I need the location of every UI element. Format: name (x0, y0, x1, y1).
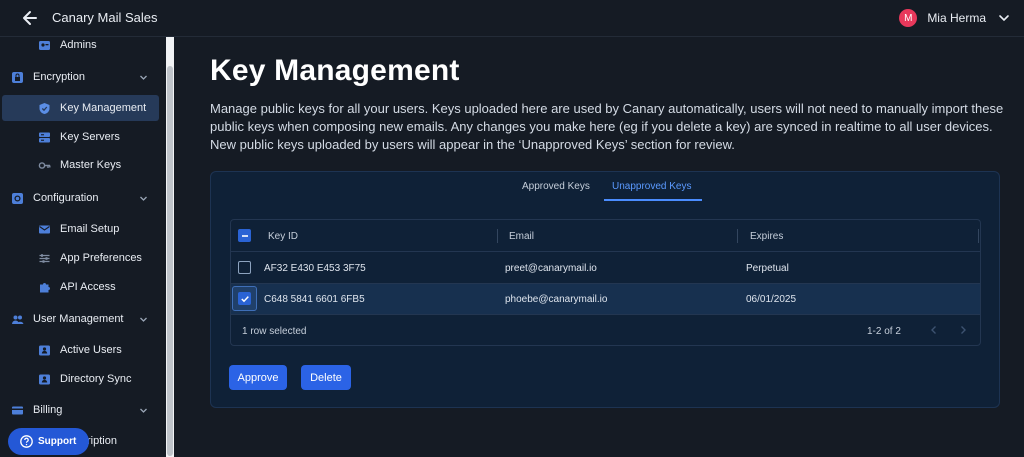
active-user-icon (38, 344, 51, 357)
active-tab-indicator (604, 199, 702, 201)
cell-key-id: C648 5841 6601 6FB5 (264, 294, 365, 305)
tab-unapproved-keys[interactable]: Unapproved Keys (612, 181, 692, 192)
keys-table: Key ID Email Expires AF32 E430 E453 3F75… (230, 219, 981, 346)
next-page-icon[interactable] (957, 324, 969, 336)
sidebar-group-encryption[interactable]: Encryption (0, 64, 160, 90)
chevron-down-icon (140, 317, 147, 322)
sidebar-item-active-users[interactable]: Active Users (0, 337, 160, 363)
sidebar-group-configuration[interactable]: Configuration (0, 185, 160, 211)
sidebar-item-api-access[interactable]: API Access (0, 274, 160, 300)
cell-key-id: AF32 E430 E453 3F75 (264, 263, 366, 274)
sidebar-scrollbar[interactable] (166, 37, 174, 457)
sidebar: Admins Encryption Key Management Key Ser… (0, 37, 166, 457)
server-icon (38, 131, 51, 144)
sidebar-item-email-setup[interactable]: Email Setup (0, 216, 160, 242)
selection-count: 1 row selected (242, 326, 307, 337)
support-label: Support (38, 436, 77, 447)
sidebar-item-label: Master Keys (60, 159, 122, 171)
sliders-icon (38, 252, 51, 265)
mail-icon (38, 223, 51, 236)
chevron-down-icon (999, 15, 1009, 22)
keys-panel: Approved Keys Unapproved Keys Key ID Ema… (210, 171, 1000, 408)
sidebar-item-label: Encryption (33, 71, 85, 83)
minus-icon (241, 234, 248, 237)
key-icon (38, 159, 51, 172)
user-menu[interactable]: M Mia Herma (899, 8, 1010, 28)
sidebar-item-label: API Access (60, 281, 116, 293)
page-title: Key Management (210, 54, 460, 87)
page-description: Manage public keys for all your users. K… (210, 101, 1004, 152)
sidebar-item-label: App Preferences (60, 252, 142, 264)
column-header-email[interactable]: Email (509, 231, 534, 242)
tab-approved-keys[interactable]: Approved Keys (522, 181, 590, 192)
delete-button[interactable]: Delete (301, 365, 351, 390)
puzzle-icon (38, 281, 51, 294)
table-row-selected[interactable]: C648 5841 6601 6FB5 phoebe@canarymail.io… (231, 284, 980, 315)
support-button[interactable]: Support (8, 428, 90, 455)
row-checkbox[interactable] (238, 261, 251, 274)
cell-expires: Perpetual (746, 263, 789, 274)
table-header: Key ID Email Expires (231, 220, 980, 252)
cell-email: preet@canarymail.io (505, 263, 597, 274)
sidebar-item-label: Active Users (60, 344, 122, 356)
app-title: Canary Mail Sales (52, 10, 158, 25)
sidebar-item-label: Directory Sync (60, 373, 132, 385)
column-header-key-id[interactable]: Key ID (268, 231, 298, 242)
table-footer: 1 row selected 1-2 of 2 (231, 315, 980, 346)
sidebar-item-label: Configuration (33, 192, 99, 204)
sidebar-item-label: Email Setup (60, 223, 120, 235)
users-icon (11, 313, 24, 326)
sidebar-item-key-servers[interactable]: Key Servers (0, 124, 160, 150)
scrollbar-thumb[interactable] (167, 66, 173, 456)
sidebar-item-subscription-partial[interactable]: ription (87, 435, 117, 447)
sync-icon (38, 373, 51, 386)
sidebar-item-label: User Management (33, 313, 124, 325)
card-icon (11, 404, 24, 417)
column-header-expires[interactable]: Expires (750, 231, 783, 242)
sidebar-item-master-keys[interactable]: Master Keys (0, 152, 160, 178)
pagination-range: 1-2 of 2 (867, 326, 901, 337)
tab-bar: Approved Keys Unapproved Keys (211, 172, 999, 202)
back-arrow-icon[interactable] (20, 8, 40, 28)
chevron-down-icon (140, 75, 147, 80)
sidebar-item-label: Billing (33, 404, 63, 416)
sidebar-item-admins[interactable]: Admins (0, 37, 160, 58)
avatar: M (899, 9, 918, 27)
lock-icon (11, 71, 24, 84)
sidebar-group-user-management[interactable]: User Management (0, 306, 160, 332)
check-icon (240, 295, 249, 302)
sidebar-item-app-preferences[interactable]: App Preferences (0, 245, 160, 271)
chevron-down-icon (140, 196, 147, 201)
row-checkbox[interactable] (238, 292, 251, 305)
table-row[interactable]: AF32 E430 E453 3F75 preet@canarymail.io … (231, 253, 980, 284)
column-separator (978, 229, 979, 243)
admins-icon (38, 39, 51, 52)
sidebar-item-directory-sync[interactable]: Directory Sync (0, 366, 160, 392)
sidebar-item-label: Admins (60, 39, 97, 51)
approve-button[interactable]: Approve (229, 365, 287, 390)
column-separator (737, 229, 738, 243)
cell-expires: 06/01/2025 (746, 294, 797, 305)
prev-page-icon[interactable] (928, 324, 940, 336)
chevron-down-icon (140, 408, 147, 413)
shield-icon (38, 102, 51, 115)
top-bar: Canary Mail Sales M Mia Herma (0, 0, 1024, 37)
sidebar-item-label: Key Management (60, 102, 147, 114)
select-all-checkbox[interactable] (238, 229, 251, 242)
cell-email: phoebe@canarymail.io (505, 294, 608, 305)
sidebar-group-billing[interactable]: Billing (0, 397, 160, 423)
sidebar-item-key-management[interactable]: Key Management (2, 95, 159, 121)
help-icon (20, 435, 33, 448)
gear-icon (11, 192, 24, 205)
column-separator (497, 229, 498, 243)
user-name: Mia Herma (927, 11, 986, 25)
sidebar-item-label: Key Servers (60, 131, 120, 143)
